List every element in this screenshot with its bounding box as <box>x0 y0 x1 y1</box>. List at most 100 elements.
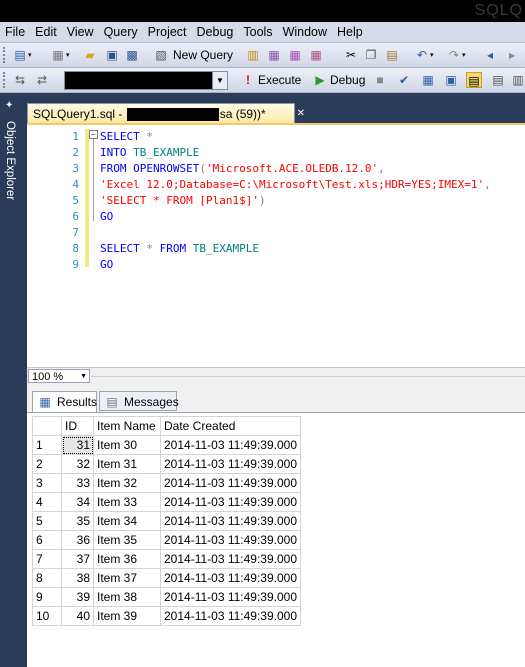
table-row[interactable]: 10 40 Item 39 2014-11-03 11:49:39.000 <box>32 606 302 626</box>
copy-button[interactable]: ❐ <box>363 46 379 64</box>
cell-item-name[interactable]: Item 36 <box>93 549 161 569</box>
results-to-grid-button[interactable]: ▤ <box>466 71 482 89</box>
zoom-select[interactable]: 100 % ▼ <box>28 369 90 383</box>
cell-id[interactable]: 32 <box>61 454 94 474</box>
row-number[interactable]: 3 <box>32 473 62 493</box>
redo-button[interactable]: ↷ ▾ <box>446 46 466 64</box>
cell-date-created[interactable]: 2014-11-03 11:49:39.000 <box>159 549 302 569</box>
cancel-query-button[interactable]: ■ <box>372 71 388 89</box>
row-number[interactable]: 4 <box>32 492 62 512</box>
cell-date-created[interactable]: 2014-11-03 11:49:39.000 <box>159 492 302 512</box>
cell-item-name[interactable]: Item 38 <box>93 587 161 607</box>
save-all-button[interactable]: ▩ <box>124 46 140 64</box>
cell-item-name[interactable]: Item 35 <box>93 530 161 550</box>
query-designer-button[interactable]: ▣ <box>443 71 459 89</box>
cell-date-created[interactable]: 2014-11-03 11:49:39.000 <box>159 606 302 626</box>
table-row[interactable]: 5 35 Item 34 2014-11-03 11:49:39.000 <box>32 511 302 531</box>
menu-edit[interactable]: Edit <box>30 22 62 39</box>
table-row[interactable]: 2 32 Item 31 2014-11-03 11:49:39.000 <box>32 454 302 474</box>
new-query-button[interactable]: ▧ New Query <box>153 46 233 64</box>
cell-id[interactable]: 36 <box>61 530 94 550</box>
cell-id[interactable]: 31 <box>61 435 94 455</box>
menu-file[interactable]: File <box>0 22 30 39</box>
menu-project[interactable]: Project <box>143 22 192 39</box>
cut-button[interactable]: ✂ <box>343 46 359 64</box>
cell-item-name[interactable]: Item 30 <box>93 435 161 455</box>
tab-sqlquery1[interactable]: SQLQuery1.sql - sa (59))* ✕ <box>27 103 305 123</box>
query-icon-button-3[interactable]: ▦ <box>287 46 303 64</box>
object-explorer-label[interactable]: Object Explorer <box>4 121 16 200</box>
display-plan-button[interactable]: ▦ <box>420 71 436 89</box>
paste-button[interactable]: ▤ <box>384 46 400 64</box>
cell-date-created[interactable]: 2014-11-03 11:49:39.000 <box>159 511 302 531</box>
close-icon[interactable]: ✕ <box>297 104 305 124</box>
cell-item-name[interactable]: Item 32 <box>93 473 161 493</box>
query-icon-button-1[interactable]: ▥ <box>245 46 261 64</box>
cell-id[interactable]: 34 <box>61 492 94 512</box>
toolbar-grip[interactable] <box>3 72 8 88</box>
results-to-file-button[interactable]: ▥ <box>510 71 525 89</box>
cell-date-created[interactable]: 2014-11-03 11:49:39.000 <box>159 454 302 474</box>
change-connection-button[interactable]: ⇄ <box>34 71 50 89</box>
database-select[interactable]: ▼ <box>64 71 228 90</box>
menu-tools[interactable]: Tools <box>238 22 277 39</box>
add-item-button[interactable]: ▦ ▾ <box>50 46 69 64</box>
column-header-date-created[interactable]: Date Created <box>159 416 302 436</box>
cell-date-created[interactable]: 2014-11-03 11:49:39.000 <box>159 530 302 550</box>
open-button[interactable]: ▰ <box>82 46 98 64</box>
table-row[interactable]: 4 34 Item 33 2014-11-03 11:49:39.000 <box>32 492 302 512</box>
cell-id[interactable]: 37 <box>61 549 94 569</box>
query-icon-button-4[interactable]: ▦ <box>308 46 324 64</box>
query-editor[interactable]: 1 2 3 4 5 6 7 8 9 − SELECT * INTO TB_EXA… <box>27 123 525 369</box>
table-row[interactable]: 7 37 Item 36 2014-11-03 11:49:39.000 <box>32 549 302 569</box>
undo-button[interactable]: ↶ ▾ <box>414 46 434 64</box>
row-number[interactable]: 9 <box>32 587 62 607</box>
table-row[interactable]: 1 31 Item 30 2014-11-03 11:49:39.000 <box>32 435 302 455</box>
tab-messages[interactable]: ▤ Messages <box>99 391 179 411</box>
cell-date-created[interactable]: 2014-11-03 11:49:39.000 <box>159 473 302 493</box>
collapse-toggle[interactable]: − <box>89 130 98 139</box>
save-button[interactable]: ▣ <box>104 46 120 64</box>
cell-id[interactable]: 40 <box>61 606 94 626</box>
results-grid[interactable]: ID Item Name Date Created 1 31 Item 30 2014… <box>32 416 302 626</box>
cell-date-created[interactable]: 2014-11-03 11:49:39.000 <box>159 587 302 607</box>
cell-item-name[interactable]: Item 39 <box>93 606 161 626</box>
connect-button[interactable]: ⇆ <box>12 71 28 89</box>
new-project-button[interactable]: ▤ ▾ <box>12 46 31 64</box>
cell-item-name[interactable]: Item 37 <box>93 568 161 588</box>
tab-results[interactable]: ▦ Results <box>32 391 97 412</box>
menu-query[interactable]: Query <box>99 22 143 39</box>
cell-id[interactable]: 35 <box>61 511 94 531</box>
row-number[interactable]: 1 <box>32 435 62 455</box>
execute-button[interactable]: ! Execute <box>240 71 301 89</box>
column-header-id[interactable]: ID <box>61 416 94 436</box>
row-number[interactable]: 5 <box>32 511 62 531</box>
menu-window[interactable]: Window <box>278 22 332 39</box>
cell-item-name[interactable]: Item 34 <box>93 511 161 531</box>
navigate-forward-button[interactable]: ▸ <box>504 46 520 64</box>
results-to-text-button[interactable]: ▤ <box>490 71 506 89</box>
menu-help[interactable]: Help <box>332 22 368 39</box>
row-number[interactable]: 2 <box>32 454 62 474</box>
table-row[interactable]: 9 39 Item 38 2014-11-03 11:49:39.000 <box>32 587 302 607</box>
column-header-item-name[interactable]: Item Name <box>93 416 161 436</box>
parse-button[interactable]: ✔ <box>396 71 412 89</box>
debug-button[interactable]: ▶ Debug <box>312 71 365 89</box>
cell-id[interactable]: 33 <box>61 473 94 493</box>
cell-date-created[interactable]: 2014-11-03 11:49:39.000 <box>159 568 302 588</box>
menu-view[interactable]: View <box>62 22 99 39</box>
navigate-backward-button[interactable]: ◂ <box>482 46 498 64</box>
cell-date-created[interactable]: 2014-11-03 11:49:39.000 <box>159 435 302 455</box>
cell-id[interactable]: 38 <box>61 568 94 588</box>
row-number[interactable]: 7 <box>32 549 62 569</box>
row-header-corner[interactable] <box>32 416 62 436</box>
cell-item-name[interactable]: Item 31 <box>93 454 161 474</box>
object-explorer-strip[interactable]: ✦ Object Explorer <box>0 93 22 666</box>
row-number[interactable]: 8 <box>32 568 62 588</box>
toolbar-grip[interactable] <box>3 47 8 63</box>
table-row[interactable]: 6 36 Item 35 2014-11-03 11:49:39.000 <box>32 530 302 550</box>
cell-id[interactable]: 39 <box>61 587 94 607</box>
row-number[interactable]: 6 <box>32 530 62 550</box>
table-row[interactable]: 8 38 Item 37 2014-11-03 11:49:39.000 <box>32 568 302 588</box>
table-row[interactable]: 3 33 Item 32 2014-11-03 11:49:39.000 <box>32 473 302 493</box>
